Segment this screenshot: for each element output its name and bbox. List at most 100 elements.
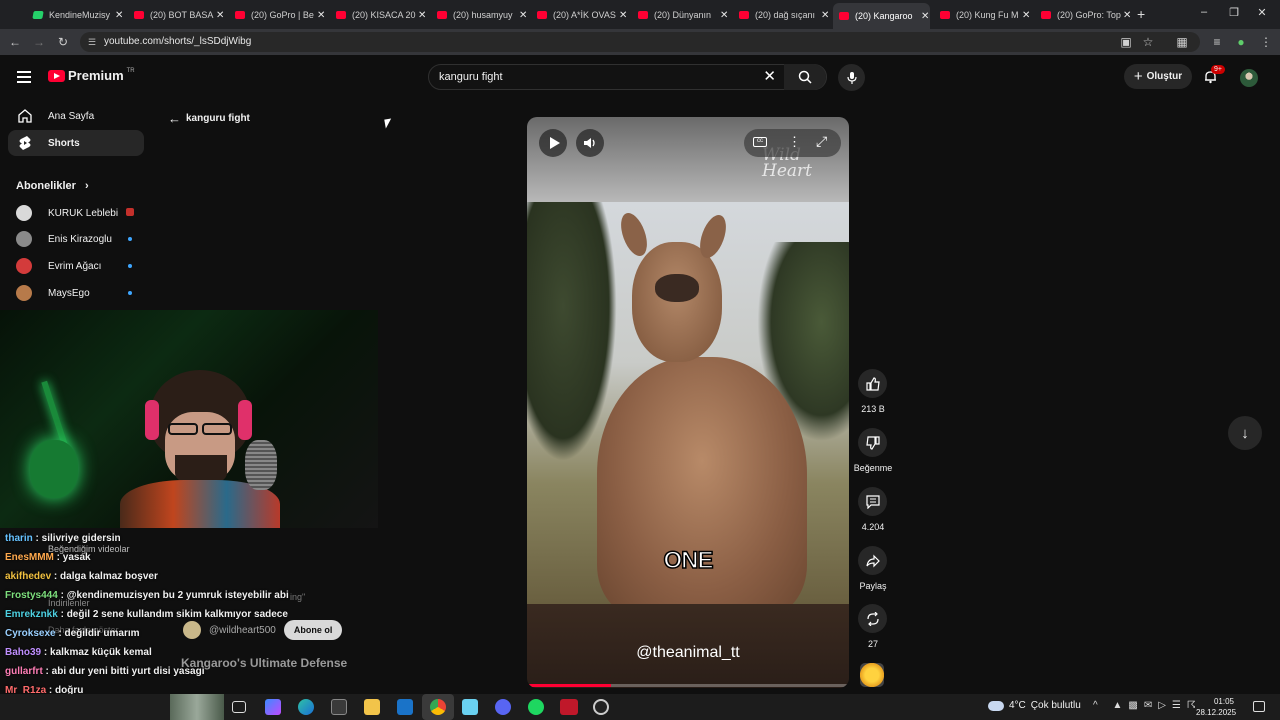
discord-icon[interactable]: [495, 699, 511, 715]
share-button[interactable]: [858, 546, 887, 575]
subscribe-button[interactable]: Abone ol: [283, 620, 343, 640]
chat-username[interactable]: Baho39: [5, 647, 41, 658]
play-button[interactable]: [539, 129, 567, 157]
notifications-button[interactable]: 9+: [1203, 65, 1225, 89]
next-short-button[interactable]: ↓: [1228, 416, 1262, 450]
chat-text: @kendinemuzisyen bu 2 yumruk isteyebilir…: [66, 590, 289, 601]
back-icon[interactable]: ←: [7, 35, 23, 49]
subscription-item[interactable]: KURUK Leblebi: [16, 204, 134, 222]
browser-tab[interactable]: (20) dağ sıçanı ✕: [733, 4, 830, 26]
chrome-taskbar-active[interactable]: [422, 694, 454, 720]
tab-close-icon[interactable]: ✕: [317, 10, 325, 21]
sidebar-item-home[interactable]: Ana Sayfa: [8, 103, 144, 129]
media-controls-icon[interactable]: ≡: [1209, 35, 1225, 49]
spotify-icon[interactable]: [528, 699, 544, 715]
fullscreen-icon[interactable]: ⤢: [816, 133, 827, 150]
volume-button[interactable]: [576, 129, 604, 157]
search-box[interactable]: kanguru fight ✕: [428, 64, 827, 90]
subscription-item[interactable]: Evrim Ağacı: [16, 257, 132, 275]
sidebar-item-shorts[interactable]: Shorts: [8, 130, 144, 156]
extensions-icon[interactable]: ▦: [1174, 35, 1190, 49]
browser-tab[interactable]: (20) Kung Fu M ✕: [934, 4, 1031, 26]
tab-close-icon[interactable]: ✕: [1123, 10, 1131, 21]
tab-close-icon[interactable]: ✕: [418, 10, 426, 21]
forward-icon[interactable]: →: [31, 35, 47, 49]
address-bar[interactable]: ☰ youtube.com/shorts/_lsSDdjWibg: [80, 32, 1200, 52]
video-editor-icon[interactable]: [560, 699, 578, 715]
tab-close-icon[interactable]: ✕: [519, 10, 527, 21]
browser-tab[interactable]: (20) GoPro | Be ✕: [229, 4, 326, 26]
browser-tab[interactable]: (20) KISACA 20 ✕: [330, 4, 427, 26]
tab-close-icon[interactable]: ✕: [821, 10, 829, 21]
browser-tab[interactable]: KendineMuzisy ✕: [27, 4, 124, 26]
notepad-icon[interactable]: [462, 699, 478, 715]
browser-tab[interactable]: (20) A*İK OVAS ✕: [531, 4, 628, 26]
more-options-icon[interactable]: ⋮: [788, 134, 801, 150]
tab-close-icon[interactable]: ✕: [921, 11, 929, 22]
store-icon[interactable]: [331, 699, 347, 715]
task-view-icon[interactable]: [232, 701, 246, 713]
site-info-icon[interactable]: ☰: [88, 32, 96, 52]
weather-widget[interactable]: 4°C Çok bulutlu: [988, 700, 1081, 711]
minimize-icon[interactable]: –: [1195, 6, 1213, 18]
window-close-icon[interactable]: ✕: [1253, 6, 1271, 19]
file-explorer-icon[interactable]: [364, 699, 380, 715]
like-button[interactable]: [858, 369, 887, 398]
progress-bar[interactable]: [527, 684, 849, 687]
subscription-item[interactable]: Enis Kirazoglu: [16, 230, 132, 248]
browser-tab[interactable]: (20) BOT BASA ✕: [128, 4, 225, 26]
chat-username[interactable]: gullarfrt: [5, 666, 43, 677]
search-input[interactable]: kanguru fight: [439, 71, 503, 83]
profile-icon[interactable]: ●: [1233, 35, 1249, 49]
chat-username[interactable]: Frostys444: [5, 590, 58, 601]
chat-username[interactable]: tharin: [5, 533, 33, 544]
comment-icon: [865, 494, 880, 509]
obs-icon[interactable]: [593, 699, 609, 715]
install-app-icon[interactable]: ▣: [1118, 35, 1134, 49]
browser-tab[interactable]: (20) GoPro: Top ✕: [1035, 4, 1132, 26]
edge-icon[interactable]: [298, 699, 314, 715]
copilot-icon[interactable]: [265, 699, 281, 715]
subscriptions-heading[interactable]: Abonelikler ›: [16, 180, 89, 192]
notifications-center-icon[interactable]: [1253, 701, 1265, 712]
clear-search-icon[interactable]: ✕: [763, 65, 776, 89]
subscription-item[interactable]: MaysEgo: [16, 284, 132, 302]
new-tab-button[interactable]: +: [1137, 6, 1145, 22]
remix-button[interactable]: [858, 604, 887, 633]
tab-close-icon[interactable]: ✕: [1022, 10, 1030, 21]
temperature: 4°C: [1009, 700, 1026, 711]
hamburger-menu-icon[interactable]: [17, 71, 31, 83]
chrome-menu-icon[interactable]: ⋮: [1258, 35, 1274, 49]
system-tray[interactable]: ^ ▲▩✉▷☰☈: [1093, 700, 1202, 711]
chat-username[interactable]: akifhedev: [5, 571, 51, 582]
short-video-player[interactable]: Wild Heart ONE @theanimal_tt cc ⋮ ⤢: [527, 117, 849, 688]
voice-search-button[interactable]: [838, 64, 865, 91]
bookmark-star-icon[interactable]: ☆: [1140, 35, 1156, 49]
sound-thumbnail[interactable]: [860, 663, 884, 687]
search-button[interactable]: [784, 64, 826, 90]
account-avatar[interactable]: [1240, 69, 1258, 87]
chat-username[interactable]: Cyroksexe: [5, 628, 56, 639]
maximize-icon[interactable]: ❐: [1225, 6, 1243, 19]
captions-icon[interactable]: cc: [753, 137, 767, 147]
clock[interactable]: 01:05 28.12.2025: [1196, 696, 1236, 718]
browser-tab[interactable]: (20) husamyuy ✕: [431, 4, 528, 26]
youtube-header: Premium TR kanguru fight ✕ + Oluştur 9+: [0, 55, 1280, 101]
outlook-icon[interactable]: [397, 699, 413, 715]
tab-close-icon[interactable]: ✕: [720, 10, 728, 21]
chat-username[interactable]: EnesMMM: [5, 552, 54, 563]
browser-tab[interactable]: (20) Dünyanın ✕: [632, 4, 729, 26]
youtube-premium-logo[interactable]: Premium TR: [48, 68, 135, 83]
reload-icon[interactable]: ↻: [55, 35, 71, 49]
browser-tab[interactable]: (20) Kangaroo ✕: [833, 3, 930, 29]
tab-close-icon[interactable]: ✕: [619, 10, 627, 21]
channel-name: KURUK Leblebi: [48, 207, 119, 219]
tab-title: KendineMuzisy: [49, 10, 111, 20]
create-button[interactable]: + Oluştur: [1124, 64, 1192, 89]
tab-close-icon[interactable]: ✕: [216, 10, 224, 21]
tab-close-icon[interactable]: ✕: [115, 10, 123, 21]
chat-username[interactable]: Emrekznkk: [5, 609, 58, 620]
dislike-button[interactable]: [858, 428, 887, 457]
back-to-search-link[interactable]: ← kanguru fight: [168, 111, 250, 126]
comments-button[interactable]: [858, 487, 887, 516]
